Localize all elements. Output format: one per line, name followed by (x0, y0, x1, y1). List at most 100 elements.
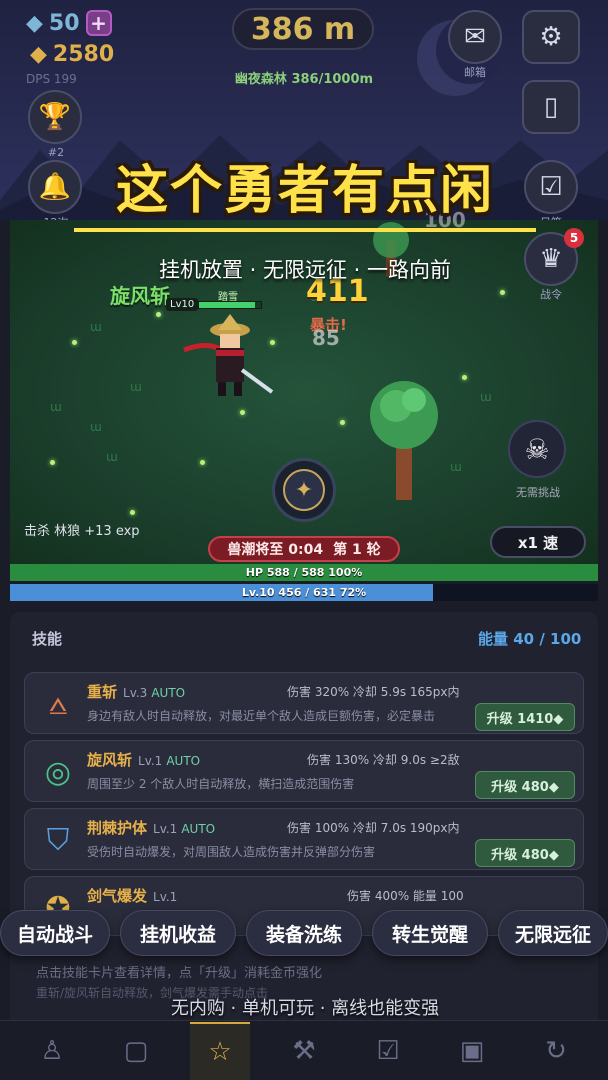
hero-hp-fill (199, 302, 255, 308)
skills-title: 技能 (32, 630, 63, 648)
gear-icon: ⚙ (539, 22, 563, 52)
game-screen: ◆ 50 + ◆ 2580 DPS 199 386 m 幽夜森林 386/100… (0, 0, 608, 1080)
mail-icon: ✉ (464, 22, 486, 52)
feature-pill: 转生觉醒 (372, 910, 488, 956)
mail-label: 邮箱 (464, 66, 486, 79)
hero-icon: ♙ (40, 1036, 64, 1066)
grass-tuft: ɯ (90, 320, 102, 334)
skill-stats: 伤害 400% 能量 100 (347, 889, 464, 903)
shield-icon: ⛉ (46, 822, 70, 858)
codex-button[interactable]: ▯ (522, 80, 580, 134)
nav-rebirth[interactable]: ↻ (526, 1022, 586, 1080)
wave-countdown: 兽潮将至 0:04 (227, 542, 324, 558)
book-icon: ▯ (543, 92, 559, 122)
rebirth-icon: ↻ (545, 1036, 567, 1066)
mail-button[interactable]: ✉ (448, 10, 502, 64)
xp-text: Lv.10 456 / 631 72% (241, 586, 367, 599)
hero-level: Lv10 (166, 298, 199, 311)
area-progress: 幽夜森林 386/1000m (234, 72, 374, 87)
skill-stats: 伤害 100% 冷却 7.0s 190px内 (287, 821, 460, 835)
hero-sprite (183, 314, 274, 396)
player-hp-bar: HP 588 / 588 100% (10, 564, 598, 581)
skill-stats: 伤害 320% 冷却 5.9s 165px内 (287, 685, 460, 699)
firefly (500, 290, 505, 295)
kill-log: 击杀 林狼 +13 exp (24, 524, 140, 539)
grass-tuft: ɯ (90, 420, 102, 434)
hp-text: HP 588 / 588 100% (245, 566, 363, 579)
nav-skills[interactable]: ☆ (190, 1022, 250, 1080)
forge-icon: ⚒ (292, 1036, 316, 1066)
distance-display: 386 m (232, 8, 374, 50)
grass-tuft: ɯ (50, 400, 62, 414)
grass-tuft: ɯ (106, 450, 118, 464)
wave-timer: 兽潮将至 0:04 第 1 轮 (208, 536, 400, 562)
firefly (72, 340, 77, 345)
gem-counter: ◆ 50 + (26, 10, 112, 36)
whirlwind-icon: ◎ (44, 754, 72, 790)
footer-tagline: 无内购 · 单机可玩 · 离线也能变强 (170, 998, 440, 1019)
banner-underline (74, 228, 536, 232)
add-gems-button[interactable]: + (85, 10, 112, 36)
firefly (130, 510, 135, 515)
grass-tuft: ɯ (450, 460, 462, 474)
medal-icon: ♛ (539, 244, 563, 274)
gold-counter: ◆ 2580 (30, 42, 114, 67)
anvil-icon: ⩟ (48, 686, 68, 722)
skill-card-whirlwind[interactable]: ◎ 旋风斩 Lv.1 AUTO 伤害 130% 冷却 9.0s ≥2敌 周围至少 2… (24, 740, 584, 802)
banner-tagline: 挂机放置 · 无限远征 · 一路向前 (158, 258, 452, 282)
hero-hp-bar (198, 301, 262, 309)
bell-icon: 🔔 (38, 172, 72, 202)
skill-description: 身边有敌人时自动释放，对最近单个敌人造成巨额伤害，必定暴击 (87, 709, 436, 723)
skills-hint: 点击技能卡片查看详情，点「升级」消耗金币强化 (36, 966, 323, 981)
nav-hero[interactable]: ♙ (22, 1022, 82, 1080)
star-icon: ☆ (208, 1037, 232, 1067)
player-xp-bar: Lv.10 456 / 631 72% (10, 584, 598, 601)
skill-stats: 伤害 130% 冷却 9.0s ≥2敌 (307, 753, 460, 767)
trophy-icon: 🏆 (38, 102, 72, 132)
skill-name: 重斩 Lv.3 AUTO (87, 683, 186, 701)
skill-name: 剑气爆发 Lv.1 (87, 887, 178, 905)
calendar-icon: ☑ (539, 172, 563, 202)
settings-button[interactable]: ⚙ (522, 10, 580, 64)
feature-pill: 自动战斗 (0, 910, 110, 956)
nav-map[interactable]: ▣ (442, 1022, 502, 1080)
nav-bag[interactable]: ▢ (106, 1022, 166, 1080)
firefly (240, 410, 245, 415)
damage-number-secondary: 85 (312, 326, 340, 350)
gold-count: 2580 (52, 42, 115, 67)
feature-pill: 无限远征 (498, 910, 608, 956)
firefly (200, 460, 205, 465)
gold-icon: ◆ (30, 42, 47, 67)
skill-description: 受伤时自动爆发，对周围敌人造成伤害并反弹部分伤害 (87, 845, 376, 859)
skill-card-thorn-guard[interactable]: ⛉ 荆棘护体 Lv.1 AUTO 伤害 100% 冷却 7.0s 190px内 受伤… (24, 808, 584, 870)
battlepass-badge: 5 (564, 228, 584, 248)
firefly (462, 375, 467, 380)
wave-round: 第 1 轮 (333, 542, 381, 558)
skill-card-heavy-slash[interactable]: ⩟ 重斩 Lv.3 AUTO 伤害 320% 冷却 5.9s 165px内 身边有敌… (24, 672, 584, 734)
energy-readout: 能量 40 / 100 (478, 630, 582, 648)
feature-pill: 挂机收益 (120, 910, 236, 956)
skill-name: 旋风斩 Lv.1 AUTO (87, 751, 201, 769)
speed-toggle-button[interactable]: x1 速 (490, 526, 586, 558)
nav-forge[interactable]: ⚒ (274, 1022, 334, 1080)
compass-icon: ✦ (283, 469, 325, 511)
upgrade-button[interactable]: 升级 480◆ (475, 839, 575, 867)
grass-tuft: ɯ (130, 380, 142, 394)
skill-cast-text: 旋风斩 (110, 284, 170, 308)
game-title-banner: 这个勇者有点闲 (115, 161, 494, 221)
map-icon: ▣ (459, 1036, 485, 1066)
nav-tasks[interactable]: ☑ (358, 1022, 418, 1080)
gem-count: 50 (48, 10, 80, 36)
battlepass-label: 战令 (540, 288, 562, 301)
task-icon: ☑ (376, 1036, 400, 1066)
ultimate-skill-button[interactable]: ✦ (272, 458, 336, 522)
upgrade-button[interactable]: 升级 480◆ (475, 771, 575, 799)
skull-icon: ☠ (524, 432, 550, 466)
boss-challenge-button[interactable]: ☠ (508, 420, 566, 478)
gem-icon: ◆ (26, 10, 43, 36)
ranking-button[interactable]: 🏆 (28, 90, 82, 144)
pixel-tree (370, 381, 438, 500)
upgrade-button[interactable]: 升级 1410◆ (475, 703, 575, 731)
dps-readout: DPS 199 (26, 72, 77, 86)
firefly (340, 420, 345, 425)
